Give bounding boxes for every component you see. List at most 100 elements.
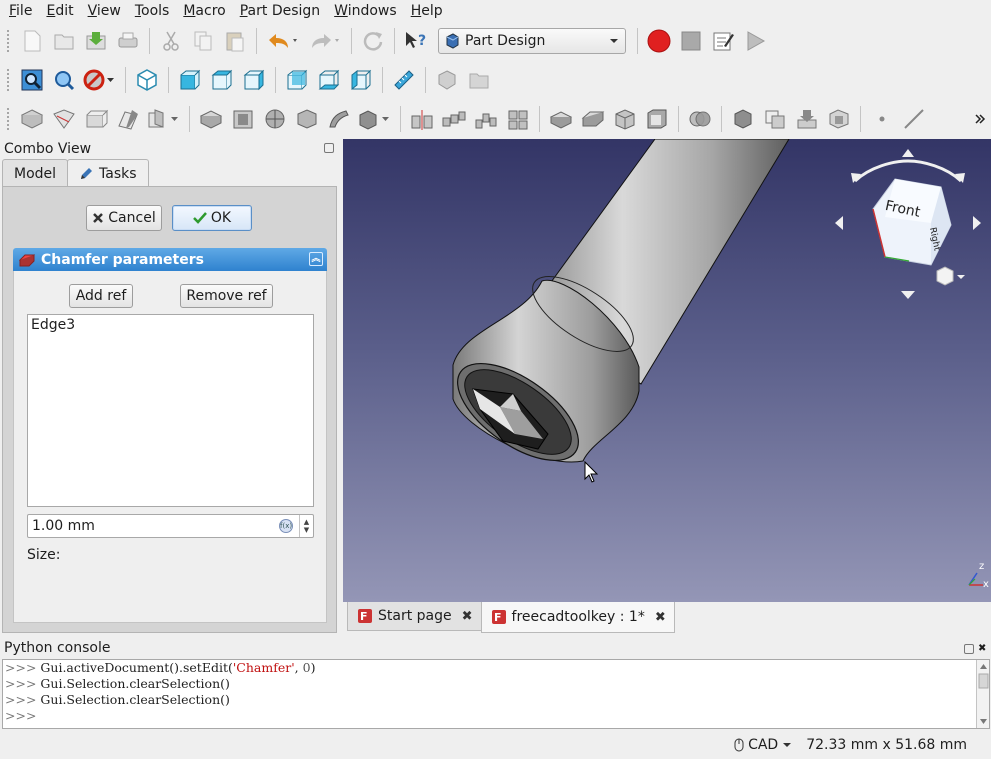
menu-view[interactable]: View <box>79 0 126 22</box>
groove-icon[interactable] <box>293 105 321 133</box>
fit-all-icon[interactable] <box>18 66 46 94</box>
toolbar-grip[interactable] <box>6 107 10 131</box>
ok-button[interactable]: OK <box>172 205 252 231</box>
copy-icon[interactable] <box>189 27 217 55</box>
menu-tools[interactable]: Tools <box>126 0 175 22</box>
edit-macro-icon[interactable] <box>709 27 737 55</box>
boolean-icon[interactable] <box>686 105 714 133</box>
right-view-icon[interactable] <box>240 66 268 94</box>
create-group-icon[interactable] <box>465 66 493 94</box>
console-scrollbar[interactable] <box>976 660 989 728</box>
polar-pattern-icon[interactable] <box>472 105 500 133</box>
isometric-view-icon[interactable] <box>133 66 161 94</box>
whats-this-icon[interactable]: ? <box>402 27 430 55</box>
toolbar-overflow-icon[interactable] <box>973 105 987 133</box>
size-spinbox[interactable]: 1.00 mm f(x) ▲ ▼ <box>27 514 314 538</box>
pad-icon[interactable] <box>197 105 225 133</box>
tab-model[interactable]: Model <box>2 159 69 187</box>
multi-transform-icon[interactable] <box>504 105 532 133</box>
tab-freecadtoolkey[interactable]: F freecadtoolkey : 1* ✖ <box>480 602 675 633</box>
remove-ref-button[interactable]: Remove ref <box>180 284 273 308</box>
create-sketch-icon[interactable] <box>50 105 78 133</box>
close-tab-icon[interactable]: ✖ <box>655 610 666 625</box>
close-tab-icon[interactable]: ✖ <box>462 609 473 624</box>
fit-selection-icon[interactable] <box>50 66 78 94</box>
close-panel-icon[interactable]: ✖ <box>978 644 988 654</box>
open-button[interactable] <box>50 27 78 55</box>
undo-button[interactable] <box>264 27 302 55</box>
datum-line-icon[interactable] <box>900 105 928 133</box>
validate-sketch-icon[interactable] <box>82 105 110 133</box>
new-document-button[interactable] <box>18 27 46 55</box>
navigation-style[interactable]: CAD <box>734 737 792 753</box>
nav-down-arrow-icon[interactable] <box>901 291 915 299</box>
thickness-icon[interactable] <box>643 105 671 133</box>
refs-list[interactable]: Edge3 <box>27 314 314 507</box>
record-macro-icon[interactable] <box>645 27 673 55</box>
fillet-icon[interactable] <box>547 105 575 133</box>
menu-edit[interactable]: Edit <box>37 0 78 22</box>
menu-windows[interactable]: Windows <box>325 0 402 22</box>
redo-button[interactable] <box>306 27 344 55</box>
additive-primitive-icon[interactable] <box>357 105 393 133</box>
create-body-icon[interactable] <box>18 105 46 133</box>
toolbar-grip[interactable] <box>6 68 10 92</box>
3d-viewport[interactable]: Front Right z x <box>343 139 991 602</box>
spin-down-icon[interactable]: ▼ <box>304 526 309 534</box>
view-menu-icon[interactable] <box>936 266 965 286</box>
pocket-icon[interactable] <box>229 105 257 133</box>
revolution-icon[interactable] <box>261 105 289 133</box>
add-ref-button[interactable]: Add ref <box>69 284 133 308</box>
nav-rotate-right-icon[interactable] <box>907 159 963 183</box>
front-view-icon[interactable] <box>176 66 204 94</box>
linear-pattern-icon[interactable] <box>440 105 468 133</box>
subshape-binder-icon[interactable] <box>825 105 853 133</box>
run-macro-icon[interactable] <box>741 27 769 55</box>
collapse-icon[interactable]: ︽ <box>309 252 323 266</box>
nav-right-arrow-icon[interactable] <box>973 216 981 230</box>
export-icon[interactable] <box>793 105 821 133</box>
mirrored-icon[interactable] <box>408 105 436 133</box>
datum-plane-icon[interactable] <box>146 105 182 133</box>
draw-style-icon[interactable] <box>82 66 118 94</box>
toolbar-grip[interactable] <box>6 29 10 53</box>
additive-pipe-icon[interactable] <box>325 105 353 133</box>
python-console[interactable]: >>> Gui.activeDocument().setEdit('Chamfe… <box>2 659 990 729</box>
navigation-cube[interactable]: Front Right <box>833 147 983 302</box>
create-part-icon[interactable] <box>433 66 461 94</box>
list-item[interactable]: Edge3 <box>31 317 310 333</box>
nav-up-arrow-icon[interactable] <box>902 149 914 157</box>
rear-view-icon[interactable] <box>283 66 311 94</box>
console-input-line[interactable]: >>> <box>3 708 989 724</box>
clone-icon[interactable] <box>761 105 789 133</box>
spin-up-icon[interactable]: ▲ <box>304 518 309 526</box>
float-panel-icon[interactable] <box>324 143 334 153</box>
cancel-button[interactable]: Cancel <box>86 205 162 231</box>
tab-tasks[interactable]: Tasks <box>67 159 149 188</box>
menu-part-design[interactable]: Part Design <box>231 0 325 22</box>
workbench-selector[interactable]: Part Design <box>438 28 626 54</box>
map-sketch-icon[interactable] <box>114 105 142 133</box>
chamfer-icon[interactable] <box>579 105 607 133</box>
cut-icon[interactable] <box>157 27 185 55</box>
expression-icon[interactable]: f(x) <box>279 519 293 533</box>
print-button[interactable] <box>114 27 142 55</box>
nav-left-arrow-icon[interactable] <box>835 216 843 230</box>
save-button[interactable] <box>82 27 110 55</box>
menu-help[interactable]: Help <box>402 0 448 22</box>
shape-binder-icon[interactable] <box>729 105 757 133</box>
draft-icon[interactable] <box>611 105 639 133</box>
spin-arrows[interactable]: ▲ ▼ <box>299 515 313 537</box>
menu-macro[interactable]: Macro <box>174 0 230 22</box>
top-view-icon[interactable] <box>208 66 236 94</box>
datum-point-icon[interactable] <box>868 105 896 133</box>
refresh-icon[interactable] <box>359 27 387 55</box>
paste-icon[interactable] <box>221 27 249 55</box>
tab-start-page[interactable]: F Start page ✖ <box>347 602 482 631</box>
bottom-view-icon[interactable] <box>315 66 343 94</box>
left-view-icon[interactable] <box>347 66 375 94</box>
menu-file[interactable]: File <box>0 0 37 22</box>
float-panel-icon[interactable] <box>964 644 974 654</box>
nav-rotate-left-icon[interactable] <box>853 159 909 183</box>
measure-distance-icon[interactable] <box>390 66 418 94</box>
